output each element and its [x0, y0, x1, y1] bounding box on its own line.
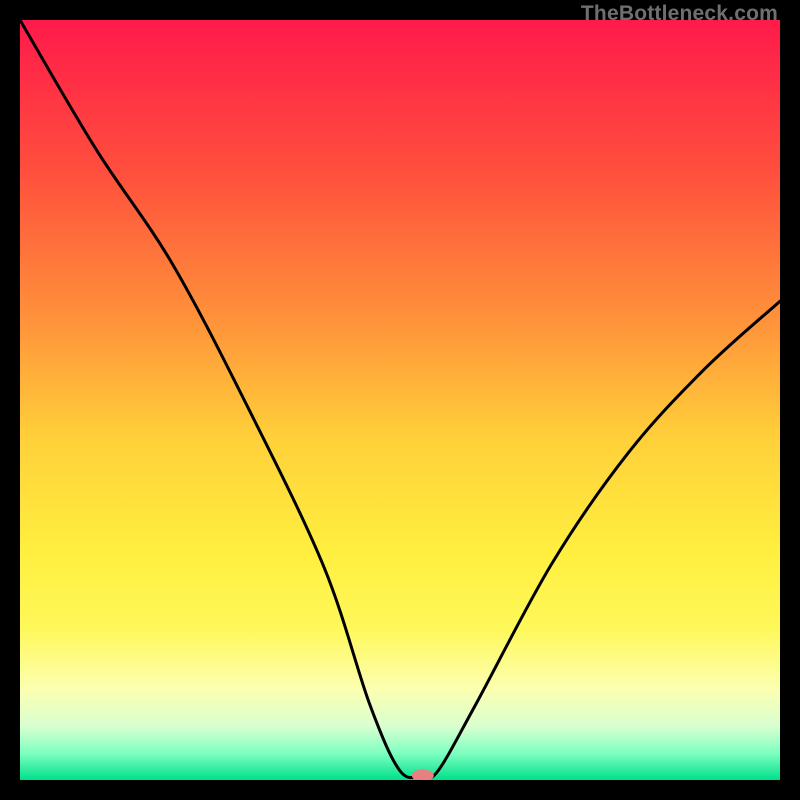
bottleneck-chart: [20, 20, 780, 780]
chart-container: [20, 20, 780, 780]
gradient-background: [20, 20, 780, 780]
